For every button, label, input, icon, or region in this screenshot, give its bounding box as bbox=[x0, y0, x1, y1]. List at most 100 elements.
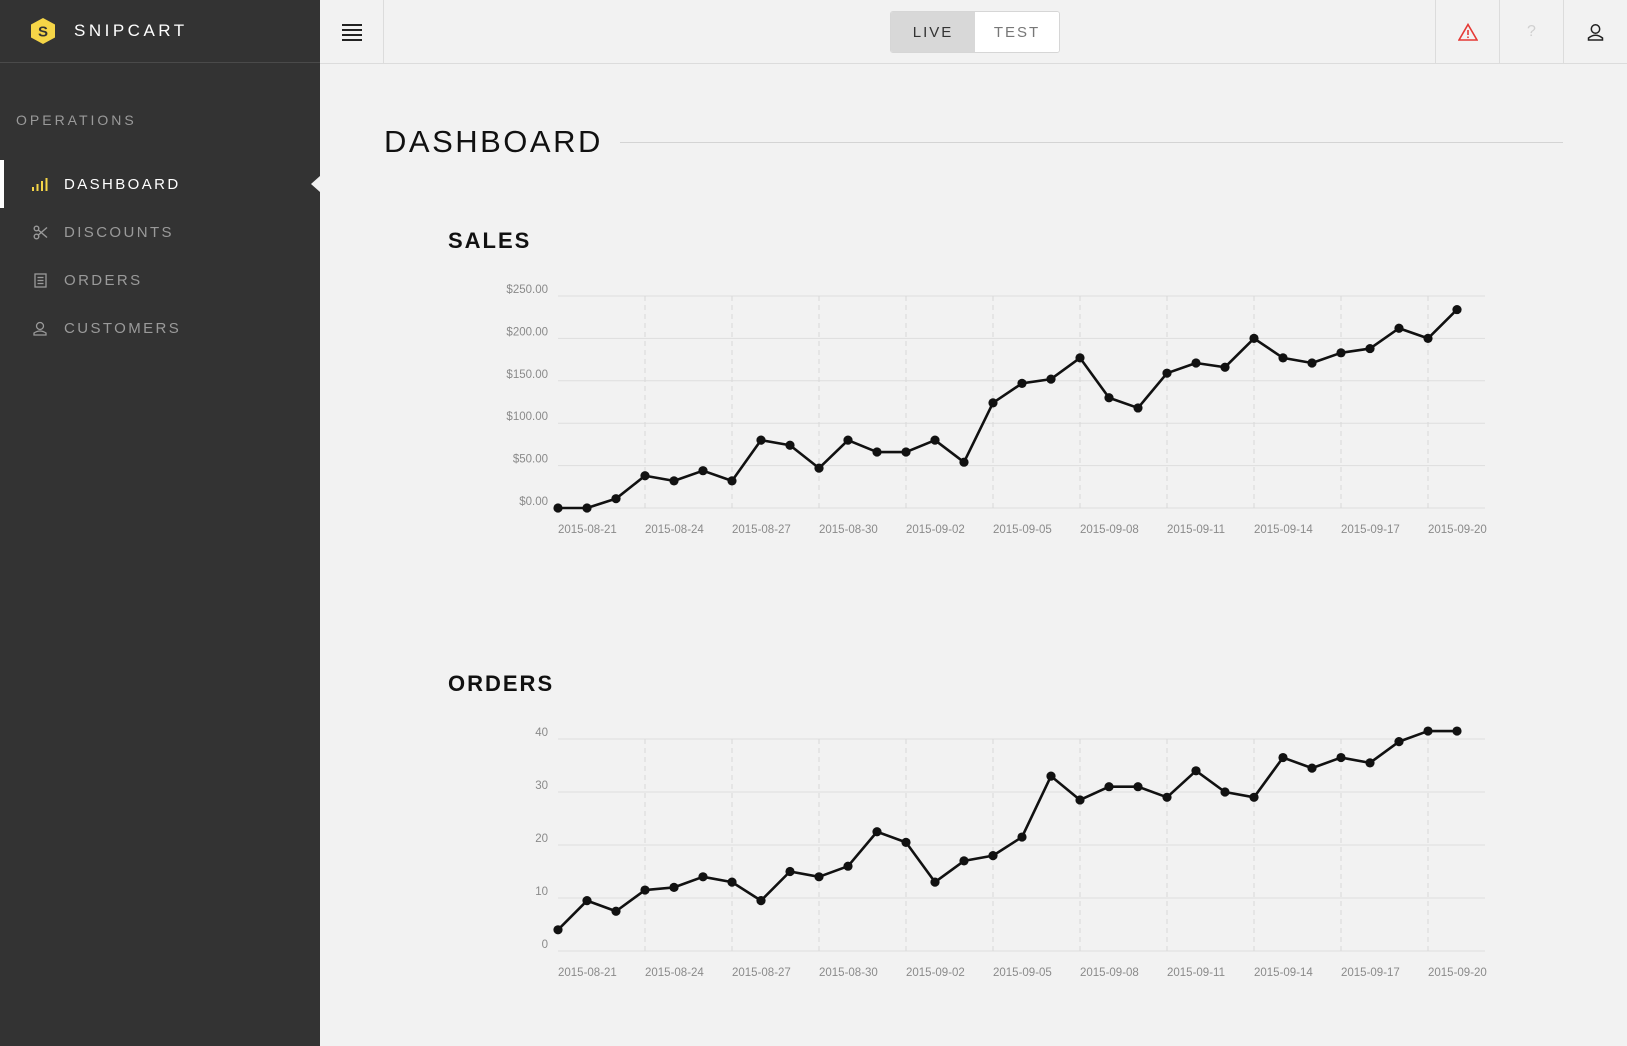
y-tick-label: 0 bbox=[542, 939, 548, 951]
x-tick-label: 2015-09-17 bbox=[1341, 967, 1400, 979]
section-label-operations: OPERATIONS bbox=[16, 112, 137, 128]
sidebar-item-label: DISCOUNTS bbox=[64, 223, 174, 241]
bar-chart-icon bbox=[32, 176, 48, 192]
x-tick-label: 2015-09-05 bbox=[993, 524, 1052, 536]
data-point bbox=[1191, 358, 1201, 368]
x-tick-label: 2015-09-11 bbox=[1167, 524, 1225, 536]
x-tick-label: 2015-08-24 bbox=[645, 967, 704, 979]
title-divider bbox=[620, 142, 1563, 143]
snipcart-logo-icon: S bbox=[31, 18, 55, 44]
menu-button[interactable] bbox=[320, 0, 384, 63]
page-title: DASHBOARD bbox=[384, 124, 603, 159]
sales-chart-title: SALES bbox=[448, 228, 532, 253]
scissors-icon bbox=[32, 224, 48, 240]
data-point bbox=[785, 866, 795, 877]
x-tick-label: 2015-09-08 bbox=[1080, 967, 1139, 979]
orders-chart: 0 10 20 30 40 2015-08-21 2015-08-24 2015-08-27 2… bbox=[535, 726, 1487, 979]
data-point bbox=[1191, 766, 1201, 776]
user-icon bbox=[1587, 23, 1604, 41]
data-point bbox=[785, 440, 795, 450]
data-point bbox=[1336, 752, 1346, 763]
mode-toggle: LIVE TEST bbox=[890, 11, 1060, 53]
y-tick-label: $200.00 bbox=[506, 326, 548, 338]
data-point bbox=[1278, 752, 1288, 763]
account-button[interactable] bbox=[1563, 0, 1627, 63]
alert-button[interactable] bbox=[1435, 0, 1499, 63]
data-point bbox=[1075, 353, 1085, 363]
sidebar-item-discounts[interactable]: DISCOUNTS bbox=[0, 208, 320, 256]
sidebar-item-dashboard[interactable]: DASHBOARD bbox=[0, 160, 320, 208]
data-point bbox=[669, 882, 679, 892]
data-point bbox=[1017, 378, 1027, 388]
x-tick-label: 2015-08-27 bbox=[732, 967, 791, 979]
data-point bbox=[727, 476, 737, 486]
data-point bbox=[1307, 763, 1317, 773]
help-icon: ? bbox=[1527, 22, 1536, 40]
data-point bbox=[640, 885, 650, 895]
data-point bbox=[872, 447, 882, 457]
data-point bbox=[611, 494, 621, 504]
data-point bbox=[814, 463, 824, 473]
user-icon bbox=[32, 320, 48, 336]
x-tick-label: 2015-08-21 bbox=[558, 967, 617, 979]
mode-live-button[interactable]: LIVE bbox=[891, 12, 975, 52]
sales-chart: $0.00 $50.00 $100.00 $150.00 $200.00 $250.00 2… bbox=[506, 284, 1486, 536]
topbar: LIVE TEST ? bbox=[320, 0, 1627, 64]
alert-icon bbox=[1457, 22, 1478, 41]
data-point bbox=[727, 877, 737, 887]
data-point bbox=[1017, 832, 1027, 842]
data-point bbox=[1162, 368, 1172, 378]
y-tick-label: $250.00 bbox=[506, 284, 548, 296]
sidebar-item-customers[interactable]: CUSTOMERS bbox=[0, 304, 320, 352]
data-point bbox=[843, 435, 853, 445]
x-tick-label: 2015-08-24 bbox=[645, 524, 704, 536]
x-tick-label: 2015-09-20 bbox=[1428, 967, 1487, 979]
x-tick-label: 2015-08-30 bbox=[819, 524, 878, 536]
data-point bbox=[930, 877, 940, 887]
data-point bbox=[553, 925, 563, 935]
data-point bbox=[1423, 333, 1433, 343]
data-point bbox=[582, 503, 592, 513]
data-point bbox=[1220, 362, 1230, 372]
data-point bbox=[843, 861, 853, 871]
x-tick-label: 2015-09-14 bbox=[1254, 524, 1313, 536]
x-tick-label: 2015-08-30 bbox=[819, 967, 878, 979]
data-point bbox=[1220, 787, 1230, 797]
mode-test-button[interactable]: TEST bbox=[975, 12, 1059, 52]
data-point bbox=[756, 896, 766, 906]
brand[interactable]: S SNIPCART bbox=[0, 0, 320, 63]
data-point bbox=[1104, 782, 1114, 792]
data-point bbox=[1133, 782, 1143, 792]
data-point bbox=[669, 476, 679, 486]
data-point bbox=[1452, 726, 1462, 736]
data-point bbox=[1133, 403, 1143, 413]
y-tick-label: $0.00 bbox=[519, 496, 548, 508]
sidebar-item-orders[interactable]: ORDERS bbox=[0, 256, 320, 304]
brand-name: SNIPCART bbox=[74, 21, 188, 40]
data-point bbox=[959, 457, 969, 467]
x-tick-label: 2015-09-02 bbox=[906, 524, 965, 536]
data-point bbox=[814, 872, 824, 882]
data-point bbox=[901, 447, 911, 457]
menu-icon bbox=[341, 23, 362, 41]
y-tick-label: 30 bbox=[535, 780, 548, 792]
data-point bbox=[1249, 792, 1259, 802]
x-tick-label: 2015-09-08 bbox=[1080, 524, 1139, 536]
data-point bbox=[1249, 333, 1259, 343]
data-point bbox=[1394, 323, 1404, 333]
y-tick-label: $50.00 bbox=[513, 454, 548, 466]
data-point bbox=[901, 837, 911, 847]
data-point bbox=[611, 906, 621, 916]
help-button[interactable]: ? bbox=[1499, 0, 1563, 63]
data-point bbox=[698, 872, 708, 882]
data-point bbox=[640, 471, 650, 481]
data-point bbox=[1423, 726, 1433, 736]
x-tick-label: 2015-09-02 bbox=[906, 967, 965, 979]
data-point bbox=[698, 466, 708, 476]
y-tick-label: 20 bbox=[535, 833, 548, 845]
data-point bbox=[988, 398, 998, 408]
x-tick-label: 2015-08-21 bbox=[558, 524, 617, 536]
sidebar-item-label: ORDERS bbox=[64, 271, 143, 289]
data-point bbox=[1278, 353, 1288, 363]
data-point bbox=[988, 851, 998, 861]
